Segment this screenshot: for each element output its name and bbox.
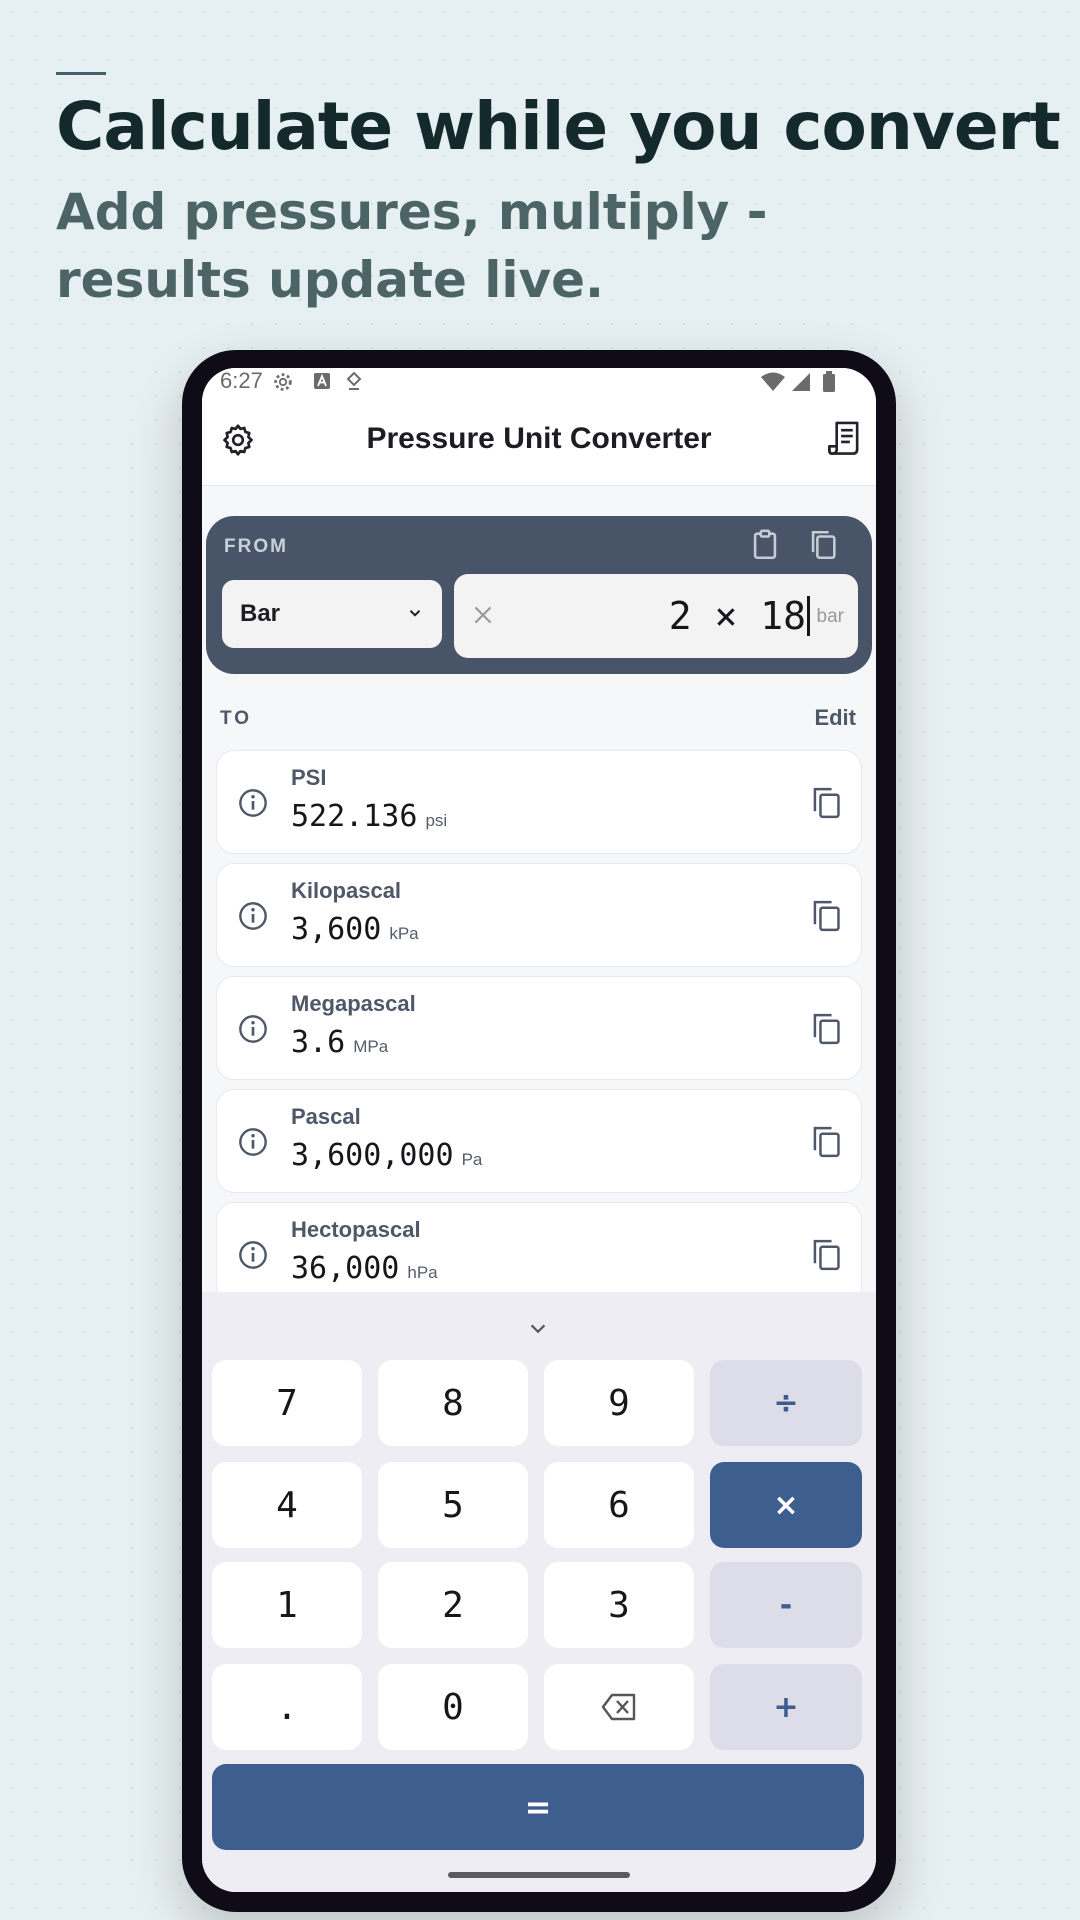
key-divide[interactable]: ÷ — [710, 1360, 862, 1446]
result-unit-symbol: kPa — [389, 924, 419, 943]
result-row-hectopascal[interactable]: Hectopascal 36,000 hPa — [216, 1202, 862, 1306]
backspace-icon — [601, 1693, 636, 1721]
info-icon[interactable] — [237, 787, 269, 819]
result-value: 3.6 MPa — [291, 1025, 389, 1060]
edit-button[interactable]: Edit — [814, 705, 856, 731]
copy-icon[interactable] — [809, 1011, 843, 1047]
key-5[interactable]: 5 — [378, 1462, 528, 1548]
info-icon[interactable] — [237, 900, 269, 932]
key-subtract[interactable]: - — [710, 1562, 862, 1648]
result-unit-name: PSI — [291, 765, 327, 790]
a-badge-icon — [314, 373, 330, 389]
status-bar: 6:27 — [202, 368, 876, 398]
key-8[interactable]: 8 — [378, 1360, 528, 1446]
copy-icon[interactable] — [809, 1237, 843, 1273]
keypad: 7 8 9 ÷ 4 5 6 × 1 2 3 - . 0 + = — [202, 1292, 876, 1892]
result-row-megapascal[interactable]: Megapascal 3.6 MPa — [216, 976, 862, 1080]
info-icon[interactable] — [237, 1126, 269, 1158]
result-unit-name: Megapascal — [291, 991, 416, 1016]
from-unit-dropdown[interactable]: Bar — [222, 580, 442, 648]
result-value: 522.136 psi — [291, 799, 448, 834]
gesture-nav-bar — [202, 1862, 876, 1892]
signal-icon — [792, 373, 810, 391]
result-unit-name: Pascal — [291, 1104, 361, 1129]
from-card: FROM Bar 2 × 18 bar — [206, 516, 872, 674]
result-value: 3,600 kPa — [291, 912, 419, 947]
result-unit-name: Kilopascal — [291, 878, 402, 903]
key-equals[interactable]: = — [212, 1764, 864, 1850]
copy-icon[interactable] — [809, 785, 843, 821]
wifi-icon — [761, 372, 785, 391]
result-unit-symbol: psi — [425, 811, 448, 830]
from-unit-suffix: bar — [816, 606, 844, 627]
copy-icon[interactable] — [809, 1124, 843, 1160]
phone-frame: 6:27 Pressure Unit Converter FROM Bar 2 … — [182, 350, 896, 1912]
key-3[interactable]: 3 — [544, 1562, 694, 1648]
result-row-pascal[interactable]: Pascal 3,600,000 Pa — [216, 1089, 862, 1193]
result-value: 3,600,000 Pa — [291, 1138, 483, 1173]
info-icon[interactable] — [237, 1013, 269, 1045]
clipboard-icon[interactable] — [748, 528, 782, 562]
from-value-input[interactable]: 2 × 18 bar — [454, 574, 858, 658]
chevron-down-icon — [409, 610, 421, 617]
home-handle[interactable] — [448, 1872, 630, 1878]
chevron-down-icon[interactable] — [527, 1318, 549, 1340]
receipt-icon[interactable] — [826, 420, 862, 458]
key-9[interactable]: 9 — [544, 1360, 694, 1446]
key-add[interactable]: + — [710, 1664, 862, 1750]
key-6[interactable]: 6 — [544, 1462, 694, 1548]
key-multiply[interactable]: × — [710, 1462, 862, 1548]
info-icon[interactable] — [237, 1239, 269, 1271]
from-expression: 2 × 18 — [668, 594, 806, 638]
battery-icon — [823, 371, 835, 392]
copy-icon[interactable] — [809, 898, 843, 934]
key-4[interactable]: 4 — [212, 1462, 362, 1548]
to-label: TO — [220, 708, 253, 729]
phone-screen: 6:27 Pressure Unit Converter FROM Bar 2 … — [202, 368, 876, 1892]
app-title: Pressure Unit Converter — [366, 422, 712, 455]
result-unit-symbol: Pa — [461, 1150, 483, 1169]
accent-line — [56, 72, 106, 75]
app-bar: Pressure Unit Converter — [202, 398, 876, 486]
from-label: FROM — [224, 536, 288, 557]
status-time: 6:27 — [220, 368, 263, 393]
key-2[interactable]: 2 — [378, 1562, 528, 1648]
settings-gear-icon — [274, 373, 292, 391]
result-unit-name: Hectopascal — [291, 1217, 421, 1242]
location-icon — [346, 371, 362, 390]
text-cursor — [807, 596, 810, 636]
clear-icon[interactable] — [470, 602, 496, 628]
result-unit-symbol: hPa — [407, 1263, 438, 1282]
key-decimal[interactable]: . — [212, 1664, 362, 1750]
key-1[interactable]: 1 — [212, 1562, 362, 1648]
from-unit-label: Bar — [240, 600, 281, 627]
result-unit-symbol: MPa — [353, 1037, 389, 1056]
key-7[interactable]: 7 — [212, 1360, 362, 1446]
result-row-kilopascal[interactable]: Kilopascal 3,600 kPa — [216, 863, 862, 967]
promo-headline: Calculate while you convert — [56, 88, 1061, 165]
key-0[interactable]: 0 — [378, 1664, 528, 1750]
copy-icon[interactable] — [806, 528, 840, 562]
result-value: 36,000 hPa — [291, 1251, 438, 1286]
promo-subheadline: Add pressures, multiply - results update… — [56, 183, 768, 309]
results-list: PSI 522.136 psi Kilopascal 3,600 kPa Megap… — [216, 750, 862, 1315]
result-row-psi[interactable]: PSI 522.136 psi — [216, 750, 862, 854]
key-backspace[interactable] — [544, 1664, 694, 1750]
